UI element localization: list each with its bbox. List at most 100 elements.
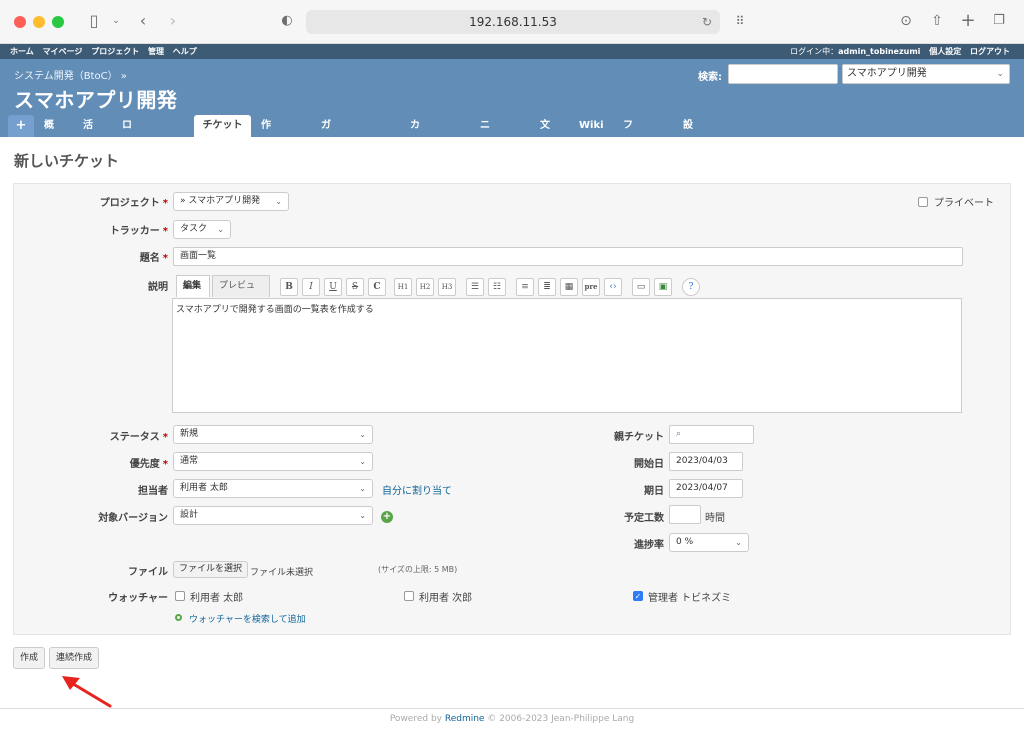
heading1-icon[interactable]: H1 [394,278,412,296]
search-input[interactable] [728,64,838,84]
file-none-text: ファイル未選択 [250,568,314,578]
tab-settings[interactable]: 設定 [677,115,699,153]
heading2-icon[interactable]: H2 [416,278,434,296]
heading3-icon[interactable]: H3 [438,278,456,296]
due-date-input[interactable]: 2023/04/07 [669,479,743,498]
subject-input[interactable]: 画面一覧 [173,247,963,266]
start-date-input[interactable]: 2023/04/03 [669,452,743,471]
help-icon[interactable]: ? [682,278,700,296]
chevron-down-icon: ⌄ [359,511,366,520]
new-tab-icon[interactable]: + [958,11,978,31]
logout-link[interactable]: ログアウト [970,47,1010,56]
unordered-list-icon[interactable]: ☰ [466,278,484,296]
shield-icon[interactable]: ◐ [277,11,297,31]
search-watchers-link[interactable]: ウォッチャーを検索して追加 [189,612,306,625]
parent-project-breadcrumb[interactable]: システム開発（BtoC） » [14,67,127,82]
top-menu-projects[interactable]: プロジェクト [91,47,139,56]
tab-activity[interactable]: 活動 [77,115,99,153]
my-account-link[interactable]: 個人設定 [929,47,961,56]
share-icon[interactable]: ⇧ [927,11,947,31]
chevron-down-icon: ⌄ [359,484,366,493]
project-jump-select[interactable]: スマホアプリ開発 ⌄ [842,64,1010,84]
image-icon[interactable]: ▣ [654,278,672,296]
tab-documents[interactable]: 文書 [534,115,556,153]
parent-issue-input[interactable]: ⌕ [669,425,754,444]
assignee-select[interactable]: 利用者 太郎 ⌄ [173,479,373,498]
address-bar[interactable]: 192.168.11.53 ↻ [306,10,720,34]
tab-gantt[interactable]: ガントチャート [315,115,337,263]
file-label: ファイル [128,567,168,578]
link-icon[interactable]: ▭ [632,278,650,296]
description-textarea[interactable]: スマホアプリで開発する画面の一覧表を作成する [172,298,962,413]
priority-select[interactable]: 通常 ⌄ [173,452,373,471]
top-menu-help[interactable]: ヘルプ [173,47,197,56]
forward-icon[interactable]: › [163,11,183,31]
grid-icon[interactable]: ⠿ [730,11,750,31]
preformatted-icon[interactable]: pre [582,278,600,296]
project-select[interactable]: » スマホアプリ開発 ⌄ [173,192,289,211]
code-icon[interactable]: C [368,278,386,296]
sidebar-icon[interactable]: ▯ [84,11,104,31]
assign-to-me-link[interactable]: 自分に割り当て [382,482,452,497]
top-menu: ホーム マイページ プロジェクト 管理 ヘルプ ログイン中：admin_tobi… [0,44,1024,59]
italic-icon[interactable]: I [302,278,320,296]
tab-files[interactable]: ファイル [617,115,639,197]
tracker-label: トラッカー * [60,222,168,237]
download-icon[interactable]: ⊙ [896,11,916,31]
editor-tab-preview[interactable]: プレビュー [212,275,270,311]
table-icon[interactable]: ▦ [560,278,578,296]
underline-icon[interactable]: U [324,278,342,296]
back-icon[interactable]: ‹ [133,11,153,31]
tab-roadmap[interactable]: ロードマップ [116,115,138,241]
unquote-icon[interactable]: ≣ [538,278,556,296]
tab-issues[interactable]: チケット [194,115,251,137]
watcher-checkbox-jiro[interactable] [404,591,414,601]
redmine-link[interactable]: Redmine [445,714,485,724]
tab-overview[interactable]: 概要 [38,115,60,153]
status-label: ステータス * [60,428,168,443]
project-select-value: » スマホアプリ開発 [180,196,261,206]
tab-wiki[interactable]: Wiki [573,115,610,137]
top-menu-admin[interactable]: 管理 [148,47,164,56]
zoom-window-button[interactable] [52,16,64,28]
watcher-checkbox-admin[interactable]: ✓ [633,591,643,601]
required-mark: * [162,459,168,470]
bold-icon[interactable]: B [280,278,298,296]
strikethrough-icon[interactable]: S [346,278,364,296]
chevron-down-icon[interactable]: ⌄ [106,11,126,31]
choose-file-button[interactable]: ファイルを選択 [173,561,249,578]
tracker-select[interactable]: タスク ⌄ [173,220,231,239]
private-checkbox[interactable] [918,197,928,207]
footer-copyright: © 2006-2023 Jean-Philippe Lang [484,714,635,724]
parent-issue-label: 親チケット [614,432,664,443]
watcher-checkbox-taro[interactable] [175,591,185,601]
new-object-button[interactable]: + [8,115,34,137]
add-watcher-icon [175,614,182,621]
top-menu-mypage[interactable]: マイページ [43,47,83,56]
file-size-limit: (サイズの上限: 5 MB) [378,565,458,574]
tabs-overview-icon[interactable]: ❐ [989,11,1009,31]
close-window-button[interactable] [14,16,26,28]
version-select[interactable]: 設計 ⌄ [173,506,373,525]
create-button[interactable]: 作成 [13,647,46,669]
tab-time-entries[interactable]: 作業時間 [255,115,277,197]
tab-calendar[interactable]: カレンダー [404,115,426,219]
highlighted-code-icon[interactable]: ‹› [604,278,622,296]
top-menu-home[interactable]: ホーム [10,47,34,56]
quote-icon[interactable]: ≡ [516,278,534,296]
editor-tab-edit[interactable]: 編集 [176,275,210,297]
search-icon: ⌕ [676,429,682,439]
minimize-window-button[interactable] [33,16,45,28]
chevron-down-icon: ⌄ [359,430,366,439]
status-select[interactable]: 新規 ⌄ [173,425,373,444]
estimated-hours-input[interactable] [669,505,701,524]
create-and-continue-button[interactable]: 連続作成 [49,647,100,669]
tab-news[interactable]: ニュース [474,115,496,197]
ordered-list-icon[interactable]: ☷ [488,278,506,296]
due-date-label: 期日 [644,486,664,497]
add-version-icon[interactable]: + [381,511,393,523]
done-ratio-select[interactable]: 0 % ⌄ [669,533,749,552]
login-user[interactable]: admin_tobinezumi [838,47,920,56]
url-text: 192.168.11.53 [469,15,557,29]
reload-icon[interactable]: ↻ [702,10,712,34]
